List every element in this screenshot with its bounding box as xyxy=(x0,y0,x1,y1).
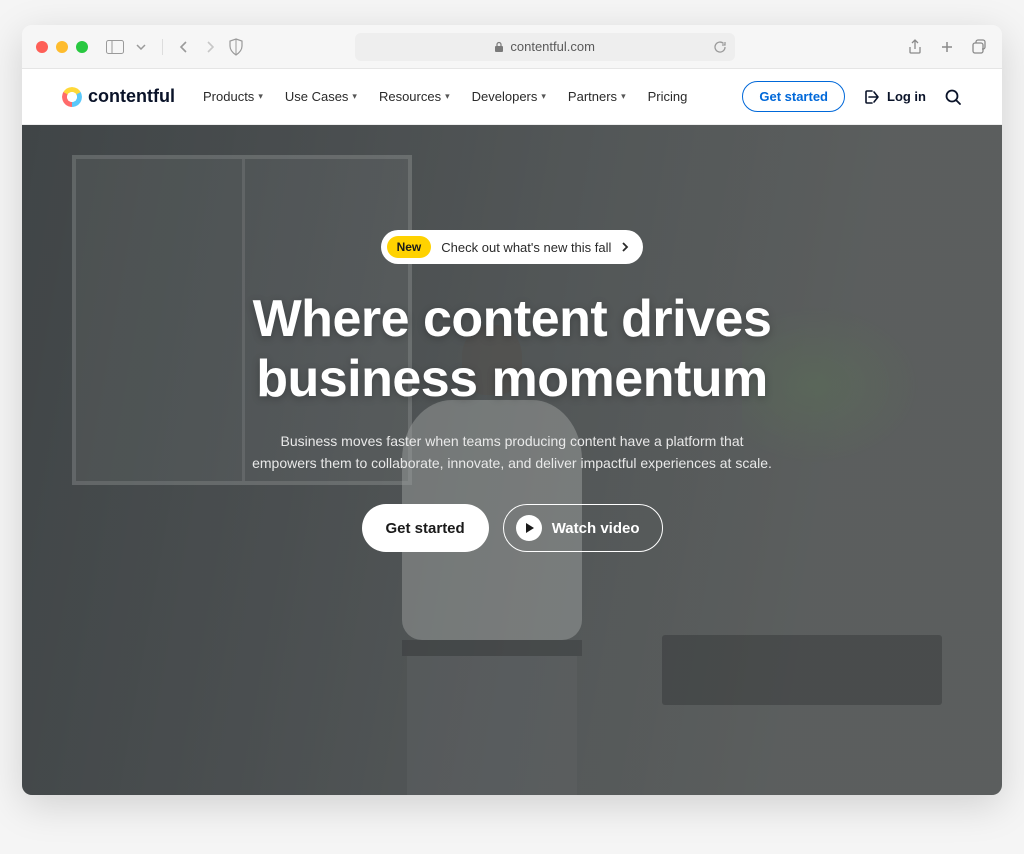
window-controls xyxy=(36,41,88,53)
hero-subhead: Business moves faster when teams produci… xyxy=(252,430,772,475)
sidebar-toggle-icon[interactable] xyxy=(106,38,124,56)
lock-icon xyxy=(494,41,504,53)
divider xyxy=(162,39,163,55)
chevron-right-icon xyxy=(621,241,629,253)
chevron-down-icon: ▾ xyxy=(352,91,357,102)
play-icon xyxy=(516,515,542,541)
nav-item-products[interactable]: Products▾ xyxy=(203,89,263,104)
search-button[interactable] xyxy=(944,88,962,106)
logo-mark-icon xyxy=(62,87,82,107)
chevron-down-icon[interactable] xyxy=(132,38,150,56)
chevron-down-icon: ▾ xyxy=(541,91,546,102)
chevron-down-icon: ▾ xyxy=(258,91,263,102)
hero-headline: Where content drives business momentum xyxy=(253,290,772,410)
forward-button[interactable] xyxy=(201,38,219,56)
login-icon xyxy=(863,88,881,106)
site-navigation: contentful Products▾ Use Cases▾ Resource… xyxy=(22,69,1002,125)
reload-button[interactable] xyxy=(713,40,727,54)
new-tab-icon[interactable] xyxy=(938,38,956,56)
nav-item-pricing[interactable]: Pricing xyxy=(648,89,688,104)
nav-item-developers[interactable]: Developers▾ xyxy=(472,89,546,104)
privacy-shield-icon[interactable] xyxy=(227,38,245,56)
chevron-down-icon: ▾ xyxy=(621,91,626,102)
nav-item-use-cases[interactable]: Use Cases▾ xyxy=(285,89,357,104)
chevron-down-icon: ▾ xyxy=(445,91,450,102)
hero-get-started-button[interactable]: Get started xyxy=(362,504,489,552)
watch-video-button[interactable]: Watch video xyxy=(503,504,663,552)
nav-item-partners[interactable]: Partners▾ xyxy=(568,89,626,104)
close-window-button[interactable] xyxy=(36,41,48,53)
brand-name: contentful xyxy=(88,86,175,107)
hero-cta-group: Get started Watch video xyxy=(362,504,663,552)
search-icon xyxy=(944,88,962,106)
url-text: contentful.com xyxy=(510,39,595,54)
tabs-overview-icon[interactable] xyxy=(970,38,988,56)
nav-items: Products▾ Use Cases▾ Resources▾ Develope… xyxy=(203,89,687,104)
hero-section: New Check out what's new this fall Where… xyxy=(22,125,1002,795)
browser-toolbar: contentful.com xyxy=(22,25,1002,69)
nav-item-resources[interactable]: Resources▾ xyxy=(379,89,450,104)
url-bar[interactable]: contentful.com xyxy=(355,33,735,61)
watch-video-label: Watch video xyxy=(552,520,640,537)
brand-logo[interactable]: contentful xyxy=(62,86,175,107)
back-button[interactable] xyxy=(175,38,193,56)
login-link[interactable]: Log in xyxy=(863,88,926,106)
announcement-text: Check out what's new this fall xyxy=(441,240,611,255)
get-started-button[interactable]: Get started xyxy=(742,81,845,112)
announcement-pill[interactable]: New Check out what's new this fall xyxy=(381,230,644,264)
new-badge: New xyxy=(387,236,432,258)
maximize-window-button[interactable] xyxy=(76,41,88,53)
login-label: Log in xyxy=(887,89,926,104)
browser-window: contentful.com contentful Products▾ Use … xyxy=(22,25,1002,795)
minimize-window-button[interactable] xyxy=(56,41,68,53)
share-icon[interactable] xyxy=(906,38,924,56)
